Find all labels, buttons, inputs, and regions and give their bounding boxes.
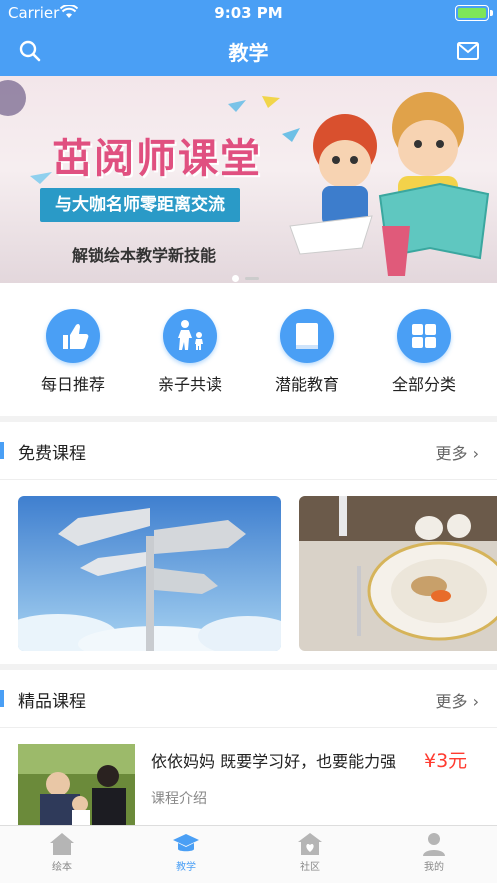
graduation-cap-icon bbox=[173, 834, 199, 852]
category-daily-recommend[interactable]: 每日推荐 bbox=[23, 309, 123, 395]
more-label: 更多 bbox=[435, 692, 468, 711]
section-accent-bar bbox=[0, 442, 4, 459]
premium-courses-section: 精品课程 更多 › 依依妈妈 既要学习好，也要能力强 ¥3元 课程介绍 bbox=[0, 670, 497, 830]
more-label: 更多 bbox=[435, 444, 468, 463]
course-card[interactable] bbox=[299, 496, 497, 651]
course-thumbnail bbox=[18, 744, 135, 828]
battery-icon bbox=[455, 5, 493, 21]
section-header: 免费课程 更多 › bbox=[0, 422, 497, 480]
chevron-right-icon: › bbox=[472, 444, 479, 463]
home-icon bbox=[50, 833, 74, 855]
book-icon bbox=[280, 309, 334, 363]
tab-mine[interactable]: 我的 bbox=[394, 832, 474, 873]
tab-label: 教学 bbox=[176, 862, 196, 873]
more-link[interactable]: 更多 › bbox=[435, 688, 479, 712]
page-title: 教学 bbox=[228, 41, 269, 65]
section-accent-bar bbox=[0, 690, 4, 707]
banner-carousel[interactable]: 茁阅师课堂 与大咖名师零距离交流 解锁绘本教学新技能 bbox=[0, 76, 497, 283]
category-label: 潜能教育 bbox=[274, 375, 339, 394]
tab-bar: 绘本 教学 社区 我的 bbox=[0, 825, 497, 883]
tab-label: 绘本 bbox=[52, 862, 72, 873]
section-header: 精品课程 更多 › bbox=[0, 670, 497, 728]
signpost-image bbox=[18, 496, 281, 651]
category-parent-child[interactable]: 亲子共读 bbox=[140, 309, 240, 395]
banner-subtitle: 解锁绘本教学新技能 bbox=[72, 246, 217, 265]
carousel-dot-active bbox=[232, 275, 239, 282]
tab-label: 我的 bbox=[424, 862, 444, 873]
banner-title: 茁阅师课堂 bbox=[52, 136, 262, 182]
mail-icon[interactable] bbox=[457, 41, 479, 61]
category-all[interactable]: 全部分类 bbox=[374, 309, 474, 395]
course-price: ¥3元 bbox=[424, 750, 468, 772]
free-courses-section: 免费课程 更多 › bbox=[0, 422, 497, 664]
category-grid: 每日推荐 亲子共读 潜能教育 全部分类 bbox=[0, 283, 497, 416]
banner-ribbon: 与大咖名师零距离交流 bbox=[40, 188, 240, 222]
tab-teaching[interactable]: 教学 bbox=[146, 832, 226, 873]
nav-bar: 教学 bbox=[0, 26, 497, 76]
user-icon bbox=[423, 833, 445, 856]
category-label: 每日推荐 bbox=[40, 375, 105, 394]
tab-picture-books[interactable]: 绘本 bbox=[22, 832, 102, 873]
section-title: 精品课程 bbox=[18, 692, 86, 712]
tab-label: 社区 bbox=[300, 862, 320, 873]
status-bar: Carrier 9:03 PM bbox=[0, 0, 497, 26]
clock: 9:03 PM bbox=[214, 4, 283, 22]
category-label: 全部分类 bbox=[391, 375, 456, 394]
course-title: 依依妈妈 既要学习好，也要能力强 bbox=[151, 752, 397, 771]
thumbs-up-icon bbox=[46, 309, 100, 363]
chevron-right-icon: › bbox=[472, 692, 479, 711]
community-icon bbox=[298, 833, 322, 855]
carousel-indicator bbox=[232, 268, 265, 283]
course-card[interactable] bbox=[18, 496, 281, 651]
grid-icon bbox=[397, 309, 451, 363]
category-potential-education[interactable]: 潜能教育 bbox=[257, 309, 357, 395]
category-label: 亲子共读 bbox=[157, 375, 222, 394]
section-title: 免费课程 bbox=[18, 444, 86, 464]
more-link[interactable]: 更多 › bbox=[435, 440, 479, 464]
tab-community[interactable]: 社区 bbox=[270, 832, 350, 873]
course-description: 课程介绍 bbox=[151, 791, 207, 807]
dinner-plate-image bbox=[299, 496, 497, 651]
carousel-dot bbox=[245, 277, 259, 280]
course-list-item[interactable]: 依依妈妈 既要学习好，也要能力强 ¥3元 课程介绍 bbox=[0, 728, 497, 828]
parent-child-icon bbox=[163, 309, 217, 363]
